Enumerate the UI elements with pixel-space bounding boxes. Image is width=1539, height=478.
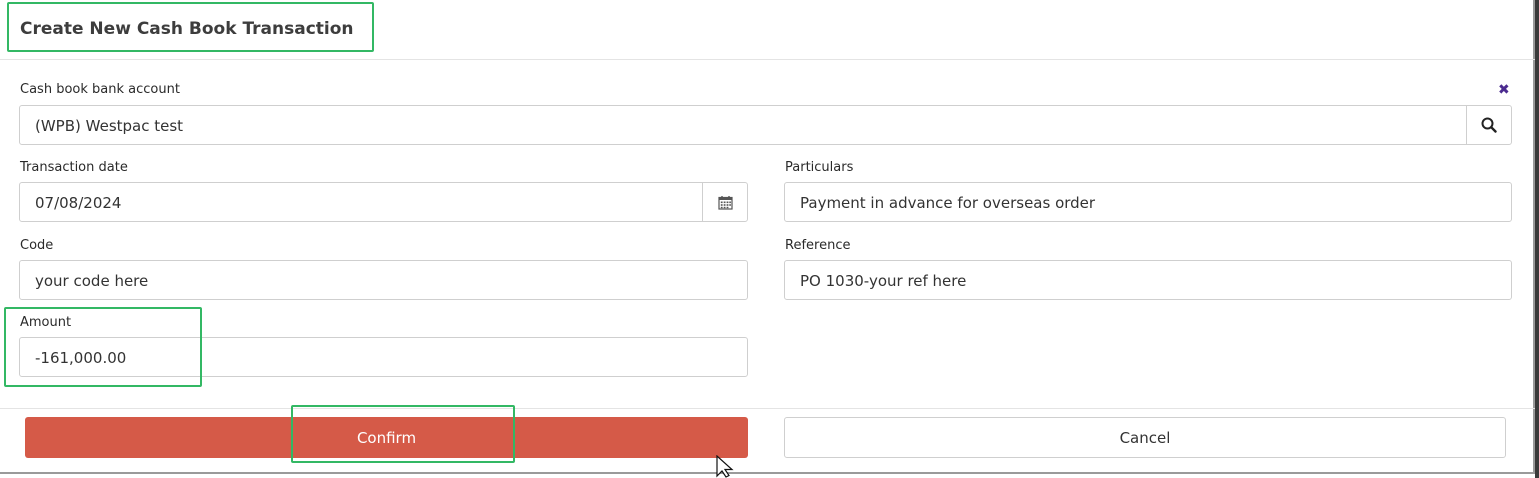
- window-edge: [1535, 0, 1539, 478]
- modal-header: Create New Cash Book Transaction: [0, 0, 1535, 60]
- mouse-cursor-icon: [716, 455, 734, 478]
- search-icon: [1481, 117, 1497, 133]
- cancel-button[interactable]: Cancel: [784, 417, 1506, 458]
- bank-account-value: (WPB) Westpac test: [35, 117, 184, 135]
- bank-account-label: Cash book bank account: [20, 82, 180, 97]
- modal-title: Create New Cash Book Transaction: [20, 19, 354, 39]
- particulars-value: Payment in advance for overseas order: [800, 194, 1096, 212]
- particulars-label: Particulars: [785, 160, 854, 175]
- confirm-button[interactable]: Confirm: [25, 417, 748, 458]
- amount-value: -161,000.00: [35, 349, 127, 367]
- calendar-icon: [717, 195, 733, 210]
- bank-account-field[interactable]: (WPB) Westpac test: [19, 105, 1512, 145]
- reference-label: Reference: [785, 238, 851, 253]
- reference-value: PO 1030-your ref here: [800, 272, 967, 290]
- reference-field[interactable]: PO 1030-your ref here: [784, 260, 1512, 300]
- code-value: your code here: [35, 272, 149, 290]
- amount-field[interactable]: -161,000.00: [19, 337, 748, 377]
- create-transaction-modal: Create New Cash Book Transaction Cash bo…: [0, 0, 1535, 474]
- close-icon[interactable]: ✖: [1498, 82, 1510, 98]
- transaction-date-field[interactable]: 07/08/2024: [19, 182, 748, 222]
- transaction-date-label: Transaction date: [20, 160, 128, 175]
- code-field[interactable]: your code here: [19, 260, 748, 300]
- transaction-date-value: 07/08/2024: [35, 194, 122, 212]
- particulars-field[interactable]: Payment in advance for overseas order: [784, 182, 1512, 222]
- code-label: Code: [20, 238, 54, 253]
- bank-account-search-button[interactable]: [1466, 106, 1511, 144]
- footer-divider: [0, 408, 1535, 409]
- calendar-button[interactable]: [702, 183, 747, 221]
- amount-label: Amount: [20, 315, 72, 330]
